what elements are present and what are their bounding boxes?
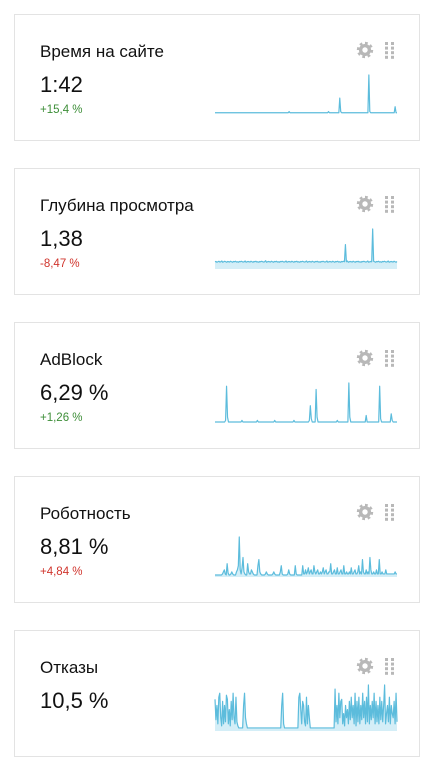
drag-handle-icon[interactable] bbox=[384, 503, 396, 521]
sparkline-chart bbox=[214, 684, 398, 731]
sparkline-line bbox=[214, 228, 398, 263]
widget-bounces[interactable]: Отказы 10,5 % bbox=[14, 630, 420, 757]
sparkline-chart bbox=[214, 228, 398, 269]
widget-title: Глубина просмотра bbox=[40, 196, 194, 215]
drag-handle-icon[interactable] bbox=[384, 657, 396, 675]
gear-icon[interactable] bbox=[356, 349, 374, 367]
widget-value: 10,5 % bbox=[40, 688, 109, 713]
widget-title: Отказы bbox=[40, 658, 99, 677]
widget-value: 1:42 bbox=[40, 72, 83, 97]
widget-value: 8,81 % bbox=[40, 534, 109, 559]
sparkline-line bbox=[215, 382, 397, 423]
widget-delta: +4,84 % bbox=[40, 566, 83, 578]
sparkline-chart bbox=[215, 382, 397, 423]
drag-handle-icon[interactable] bbox=[384, 195, 396, 213]
sparkline-line bbox=[215, 74, 397, 114]
widget-value: 6,29 % bbox=[40, 380, 109, 405]
sparkline-line bbox=[214, 684, 398, 729]
sparkline-area bbox=[215, 229, 397, 269]
gear-icon[interactable] bbox=[356, 503, 374, 521]
widget-title: Время на сайте bbox=[40, 42, 164, 61]
sparkline-chart bbox=[215, 536, 397, 577]
gear-icon[interactable] bbox=[356, 195, 374, 213]
sparkline-line bbox=[215, 536, 397, 576]
widget-title: Роботность bbox=[40, 504, 131, 523]
widget-delta: +1,26 % bbox=[40, 412, 83, 424]
drag-handle-icon[interactable] bbox=[384, 41, 396, 59]
gear-icon[interactable] bbox=[356, 41, 374, 59]
widget-value: 1,38 bbox=[40, 226, 83, 251]
widget-adblock[interactable]: AdBlock 6,29 % +1,26 % bbox=[14, 322, 420, 449]
widget-page-depth[interactable]: Глубина просмотра 1,38 -8,47 % bbox=[14, 168, 420, 295]
widget-title: AdBlock bbox=[40, 350, 103, 369]
widget-time-on-site[interactable]: Время на сайте 1:42 +15,4 % bbox=[14, 14, 420, 141]
widget-delta: -8,47 % bbox=[40, 258, 80, 270]
sparkline-chart bbox=[215, 74, 397, 114]
widget-delta: +15,4 % bbox=[40, 104, 83, 116]
widget-robot-traffic[interactable]: Роботность 8,81 % +4,84 % bbox=[14, 476, 420, 603]
gear-icon[interactable] bbox=[356, 657, 374, 675]
drag-handle-icon[interactable] bbox=[384, 349, 396, 367]
